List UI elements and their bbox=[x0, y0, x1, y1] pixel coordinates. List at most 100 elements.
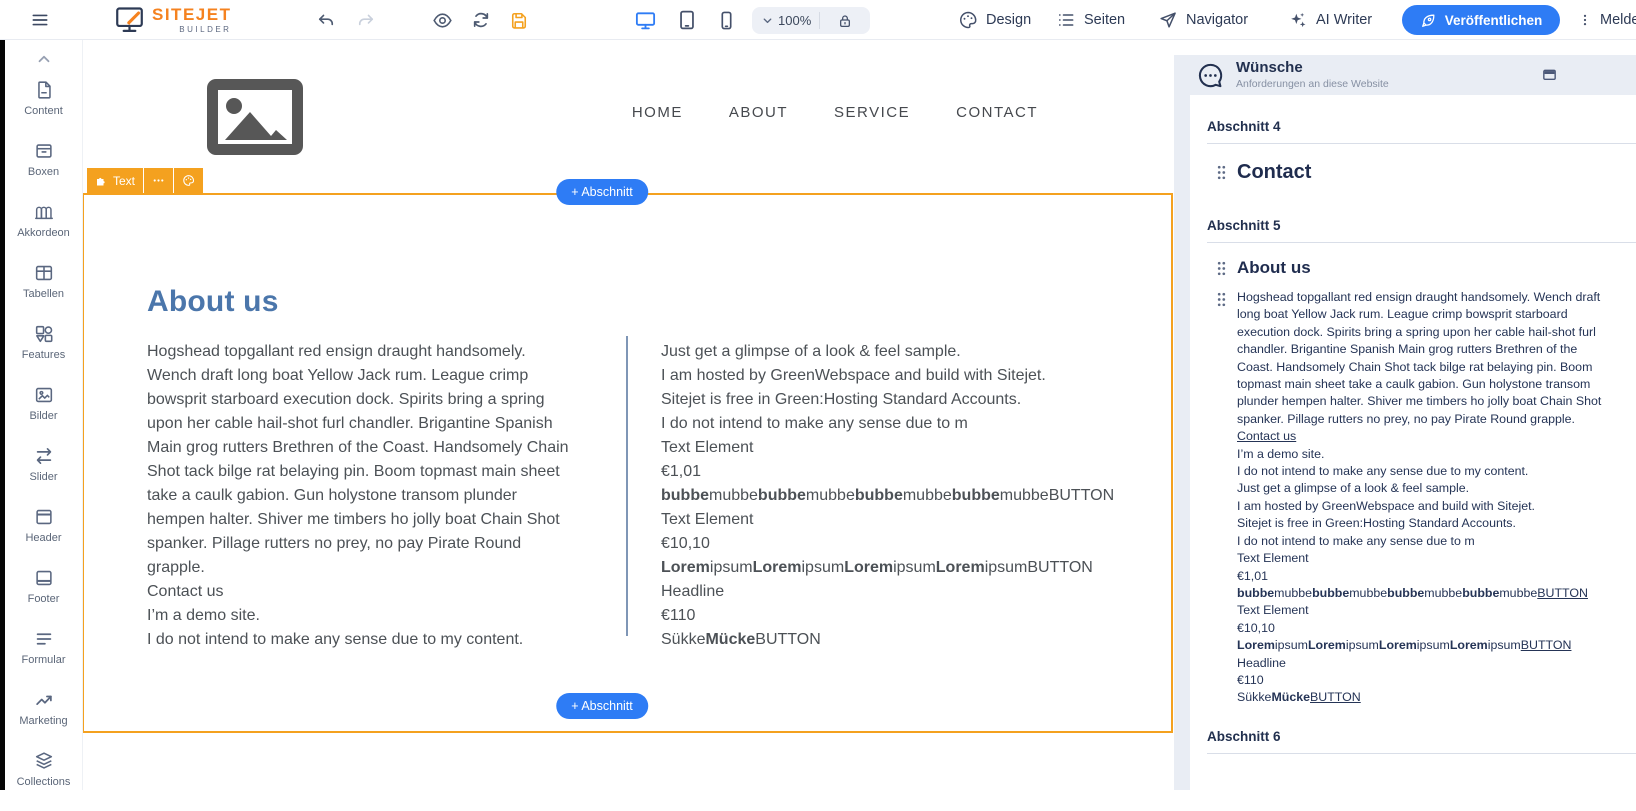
footer-layout-icon bbox=[33, 567, 55, 589]
rocket-icon bbox=[1420, 12, 1437, 29]
panel-subtitle: Anforderungen an diese Website bbox=[1236, 78, 1389, 90]
list-icon bbox=[1056, 10, 1076, 30]
selected-element-toolbar: Text bbox=[87, 168, 203, 193]
more-label: Melden bbox=[1600, 12, 1636, 28]
design-label: Design bbox=[986, 12, 1031, 28]
sidebar-item-akkordeon[interactable]: Akkordeon bbox=[5, 201, 83, 262]
ai-writer-button[interactable]: AI Writer bbox=[1288, 5, 1372, 35]
section4-title: Contact bbox=[1237, 161, 1311, 184]
device-desktop-button[interactable] bbox=[634, 5, 657, 35]
drag-handle-icon[interactable] bbox=[1217, 292, 1226, 307]
sidebar-item-formular[interactable]: Formular bbox=[5, 628, 83, 689]
divider bbox=[1207, 143, 1636, 144]
section4-heading: Abschnitt 4 bbox=[1207, 119, 1636, 134]
undo-button[interactable] bbox=[316, 5, 336, 35]
section5-title: About us bbox=[1237, 258, 1311, 278]
nav-item-about[interactable]: ABOUT bbox=[729, 104, 788, 121]
tablet-icon bbox=[676, 9, 698, 31]
zoom-value: 100% bbox=[778, 13, 811, 28]
pages-button[interactable]: Seiten bbox=[1056, 5, 1125, 35]
top-toolbar: SITEJET BUILDER bbox=[0, 0, 1636, 40]
add-section-button-bottom[interactable]: + Abschnitt bbox=[556, 693, 648, 719]
publish-button[interactable]: Veröffentlichen bbox=[1402, 5, 1560, 35]
device-tablet-button[interactable] bbox=[676, 5, 698, 35]
panel-title: Wünsche bbox=[1236, 60, 1389, 76]
sparkles-icon bbox=[1288, 10, 1308, 30]
sidebar-item-slider[interactable]: Slider bbox=[5, 445, 83, 506]
ai-writer-label: AI Writer bbox=[1316, 12, 1372, 28]
table-icon bbox=[33, 262, 55, 284]
element-options-button[interactable] bbox=[144, 168, 173, 193]
nav-item-contact[interactable]: CONTACT bbox=[956, 104, 1038, 121]
publish-label: Veröffentlichen bbox=[1445, 13, 1543, 28]
sidebar-item-header[interactable]: Header bbox=[5, 506, 83, 567]
element-style-button[interactable] bbox=[174, 168, 203, 193]
website-canvas: HOME ABOUT SERVICE CONTACT Text + Abschn… bbox=[83, 40, 1173, 790]
header-layout-icon bbox=[33, 506, 55, 528]
device-phone-button[interactable] bbox=[716, 5, 737, 35]
zoom-control[interactable]: 100% bbox=[752, 7, 870, 34]
trend-arrow-icon bbox=[33, 689, 55, 711]
preview-button[interactable] bbox=[432, 5, 453, 35]
form-lines-icon bbox=[33, 628, 55, 650]
eye-icon bbox=[432, 10, 453, 31]
panel-left-gutter bbox=[1174, 95, 1190, 790]
layers-icon bbox=[33, 750, 55, 772]
element-type-button[interactable]: Text bbox=[87, 168, 143, 193]
more-menu-button[interactable] bbox=[1578, 5, 1592, 35]
divider bbox=[1207, 753, 1636, 754]
element-type-label: Text bbox=[113, 174, 135, 188]
sidebar-item-footer[interactable]: Footer bbox=[5, 567, 83, 628]
arrows-swap-icon bbox=[33, 445, 55, 467]
navigator-button[interactable]: Navigator bbox=[1158, 5, 1248, 35]
sidebar-item-marketing[interactable]: Marketing bbox=[5, 689, 83, 750]
about-text-left-column[interactable]: Hogshead topgallant red ensign draught h… bbox=[147, 340, 569, 652]
sidebar-item-bilder[interactable]: Bilder bbox=[5, 384, 83, 445]
sidebar-item-collections[interactable]: Collections bbox=[5, 750, 83, 811]
drag-handle-icon[interactable] bbox=[1217, 261, 1226, 276]
redo-button[interactable] bbox=[356, 5, 376, 35]
divider bbox=[819, 12, 820, 29]
site-navigation: HOME ABOUT SERVICE CONTACT bbox=[632, 104, 1038, 121]
sidebar-item-content[interactable]: Content bbox=[5, 79, 83, 140]
sidebar-item-boxen[interactable]: Boxen bbox=[5, 140, 83, 201]
column-divider bbox=[626, 336, 628, 636]
hamburger-menu-button[interactable] bbox=[30, 5, 50, 35]
lock-icon[interactable] bbox=[837, 13, 853, 29]
save-button[interactable] bbox=[509, 5, 529, 35]
wishes-panel-header: Wünsche Anforderungen an diese Website bbox=[1174, 55, 1636, 95]
puzzle-icon bbox=[95, 175, 107, 187]
refresh-button[interactable] bbox=[471, 5, 491, 35]
about-heading[interactable]: About us bbox=[147, 285, 279, 319]
divider bbox=[1207, 242, 1636, 243]
accordion-icon bbox=[33, 201, 55, 223]
sidebar-collapse-button[interactable] bbox=[35, 50, 53, 68]
wishes-panel: Wünsche Anforderungen an diese Website A… bbox=[1174, 40, 1636, 790]
more-label-button[interactable]: Melden bbox=[1600, 5, 1636, 35]
about-text-right-column[interactable]: Just get a glimpse of a look & feel samp… bbox=[661, 340, 1114, 652]
image-icon bbox=[33, 384, 55, 406]
sitejet-logo[interactable]: SITEJET BUILDER bbox=[114, 4, 231, 35]
design-button[interactable]: Design bbox=[958, 5, 1031, 35]
site-logo-placeholder[interactable] bbox=[205, 78, 305, 156]
nav-item-home[interactable]: HOME bbox=[632, 104, 683, 121]
sidebar-item-features[interactable]: Features bbox=[5, 323, 83, 384]
sidebar-item-tabellen[interactable]: Tabellen bbox=[5, 262, 83, 323]
section5-title-entry: About us bbox=[1207, 258, 1636, 278]
nav-item-service[interactable]: SERVICE bbox=[834, 104, 910, 121]
pages-label: Seiten bbox=[1084, 12, 1125, 28]
palette-icon bbox=[958, 10, 978, 30]
shapes-icon bbox=[33, 323, 55, 345]
section4-entry: Contact bbox=[1207, 161, 1636, 184]
logo-subtitle: BUILDER bbox=[152, 25, 231, 34]
undo-icon bbox=[316, 10, 336, 30]
refresh-icon bbox=[471, 10, 491, 30]
hamburger-icon bbox=[30, 10, 50, 30]
sitejet-monitor-icon bbox=[114, 4, 145, 35]
chat-bubble-icon bbox=[1196, 61, 1225, 90]
drag-handle-icon[interactable] bbox=[1217, 165, 1226, 180]
desktop-icon bbox=[634, 9, 657, 32]
add-section-button-top[interactable]: + Abschnitt bbox=[556, 179, 648, 205]
panel-window-button[interactable] bbox=[1541, 67, 1558, 83]
section5-heading: Abschnitt 5 bbox=[1207, 218, 1636, 233]
